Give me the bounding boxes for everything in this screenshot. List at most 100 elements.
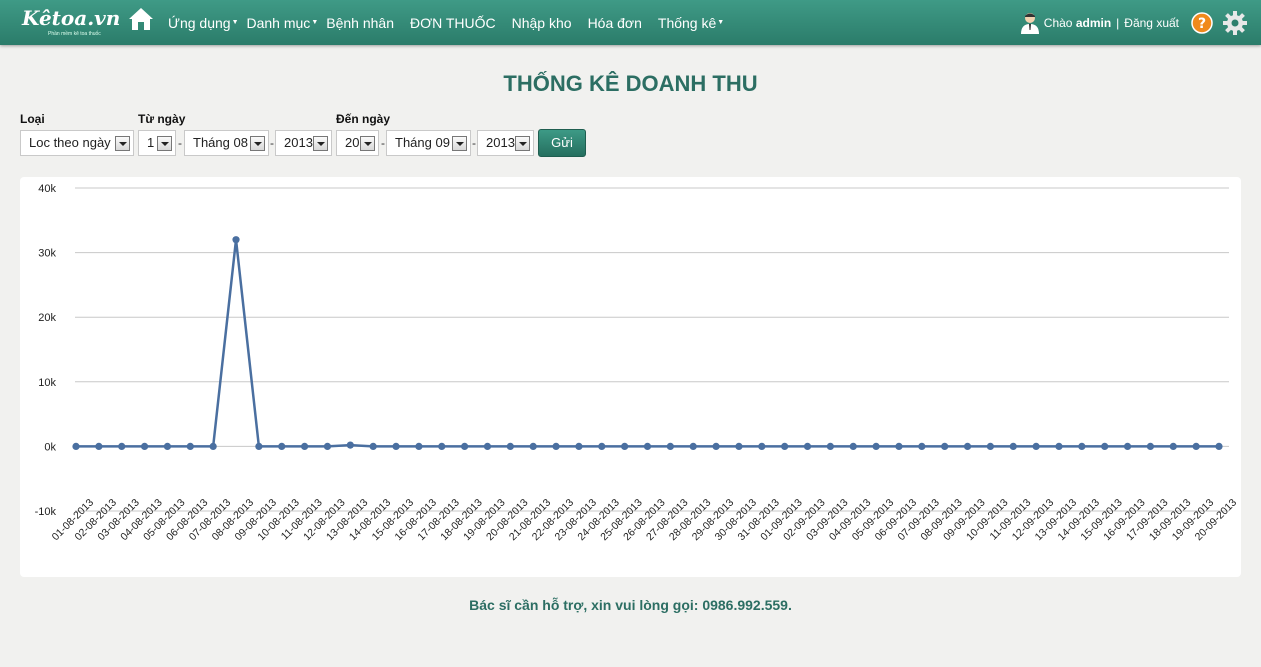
data-point — [1078, 442, 1086, 450]
date-dash: - — [270, 136, 274, 150]
from-year-select[interactable]: 2013 — [275, 130, 332, 156]
user-name: admin — [1075, 15, 1112, 30]
y-tick-label: 40k — [38, 183, 56, 195]
chevron-down-icon — [360, 136, 375, 151]
nav-item-ung-dung[interactable]: Ứng dụng▼ — [168, 15, 239, 31]
nav-label: Danh mục — [246, 14, 311, 31]
data-point — [346, 441, 354, 449]
y-tick-label: 20k — [38, 312, 56, 324]
help-icon[interactable]: ? — [1191, 11, 1213, 34]
to-date-label: Đến ngày — [336, 112, 391, 126]
data-point — [895, 442, 903, 450]
date-dash: - — [381, 136, 385, 150]
revenue-line-chart: -10k0k10k20k30k40k01-08-201302-08-201303… — [35, 183, 1240, 543]
logo-tagline: Phần mềm kê toa thuốc — [48, 31, 101, 37]
nav-item-benh-nhan[interactable]: Bệnh nhân — [326, 15, 394, 31]
nav-item-don-thuoc[interactable]: ĐƠN THUỐC — [410, 15, 496, 31]
gear-icon[interactable] — [1223, 10, 1247, 35]
home-icon[interactable] — [128, 6, 154, 32]
chevron-down-icon — [452, 136, 467, 151]
data-point — [140, 442, 149, 450]
data-point — [872, 442, 880, 450]
user-area: Chào admin | Đăng xuất ? — [1020, 0, 1247, 45]
nav-label: Ứng dụng — [168, 14, 231, 31]
type-select[interactable]: Loc theo ngày — [20, 130, 134, 156]
from-day-select[interactable]: 1 — [138, 130, 176, 156]
nav-label: Thống kê — [657, 14, 717, 31]
series-line — [76, 238, 1219, 448]
data-point — [689, 442, 697, 450]
data-point — [209, 442, 217, 450]
chevron-down-icon: ▼ — [311, 18, 319, 26]
from-date-label: Từ ngày — [138, 112, 186, 126]
data-point — [1009, 442, 1017, 450]
data-point — [666, 442, 674, 450]
user-separator: | — [1116, 15, 1120, 30]
data-point — [1215, 442, 1223, 450]
nav-item-danh-muc[interactable]: Danh mục▼ — [247, 15, 319, 31]
to-year-value: 2013 — [486, 135, 515, 150]
chevron-down-icon: ▼ — [231, 18, 239, 26]
to-month-select[interactable]: Tháng 09 — [386, 130, 471, 156]
date-dash: - — [178, 136, 182, 150]
from-month-value: Tháng 08 — [193, 135, 248, 150]
svg-text:?: ? — [1198, 16, 1206, 32]
nav-item-nhap-kho[interactable]: Nhập kho — [512, 15, 572, 31]
from-month-select[interactable]: Tháng 08 — [184, 130, 269, 156]
data-point — [781, 442, 789, 450]
data-point — [986, 442, 995, 450]
greeting-text: Chào — [1043, 15, 1073, 30]
date-dash: - — [472, 136, 476, 150]
data-point — [918, 442, 926, 450]
chevron-down-icon — [313, 136, 328, 151]
data-point — [163, 442, 172, 450]
to-year-select[interactable]: 2013 — [477, 130, 534, 156]
top-navbar: Kêtoa.vn Phần mềm kê toa thuốc Ứng dụng▼… — [0, 0, 1261, 45]
data-point — [392, 442, 400, 450]
submit-button[interactable]: Gửi — [538, 129, 586, 157]
data-point — [826, 442, 834, 450]
revenue-chart-panel: -10k 0k 10k 20k 30k 40k 01-08-2013 02-08-2013 03… — [20, 177, 1241, 577]
type-label: Loại — [20, 112, 45, 126]
data-point — [529, 442, 537, 450]
data-point — [621, 442, 629, 450]
data-point — [1169, 442, 1177, 450]
data-point — [1101, 442, 1109, 450]
brand-logo[interactable]: Kêtoa.vn Phần mềm kê toa thuốc — [20, 4, 120, 38]
user-avatar-icon — [1020, 12, 1039, 34]
data-point — [758, 442, 766, 450]
from-year-value: 2013 — [284, 135, 313, 150]
to-day-select[interactable]: 20 — [336, 130, 379, 156]
data-point — [803, 442, 812, 450]
nav-item-hoa-don[interactable]: Hóa đơn — [588, 15, 642, 31]
data-point — [1123, 442, 1132, 450]
data-point — [95, 442, 103, 450]
data-point — [1146, 442, 1155, 450]
logo-text: Kêtoa.vn — [22, 6, 121, 30]
data-point — [369, 442, 377, 450]
data-point — [1055, 442, 1063, 450]
data-point — [72, 442, 80, 450]
chevron-down-icon — [157, 136, 172, 151]
chevron-down-icon: ▼ — [717, 18, 725, 26]
data-point — [415, 442, 423, 450]
type-select-value: Loc theo ngày — [29, 135, 111, 150]
data-point — [575, 442, 583, 450]
data-point — [552, 442, 560, 450]
chevron-down-icon — [250, 136, 265, 151]
data-point — [323, 442, 332, 450]
to-month-value: Tháng 09 — [395, 135, 450, 150]
data-point — [438, 442, 446, 450]
data-point — [255, 442, 263, 450]
from-day-value: 1 — [147, 135, 155, 150]
data-point — [232, 236, 240, 244]
logout-link[interactable]: Đăng xuất — [1124, 16, 1179, 30]
y-tick-label: 10k — [38, 377, 56, 389]
chevron-down-icon — [515, 136, 530, 151]
nav-item-thong-ke[interactable]: Thống kê▼ — [658, 15, 724, 31]
data-point — [483, 442, 492, 450]
data-point — [1032, 442, 1040, 450]
support-note: Bác sĩ cần hỗ trợ, xin vui lòng gọi: 098… — [469, 597, 792, 613]
data-point — [735, 442, 743, 450]
to-day-value: 20 — [345, 135, 360, 150]
